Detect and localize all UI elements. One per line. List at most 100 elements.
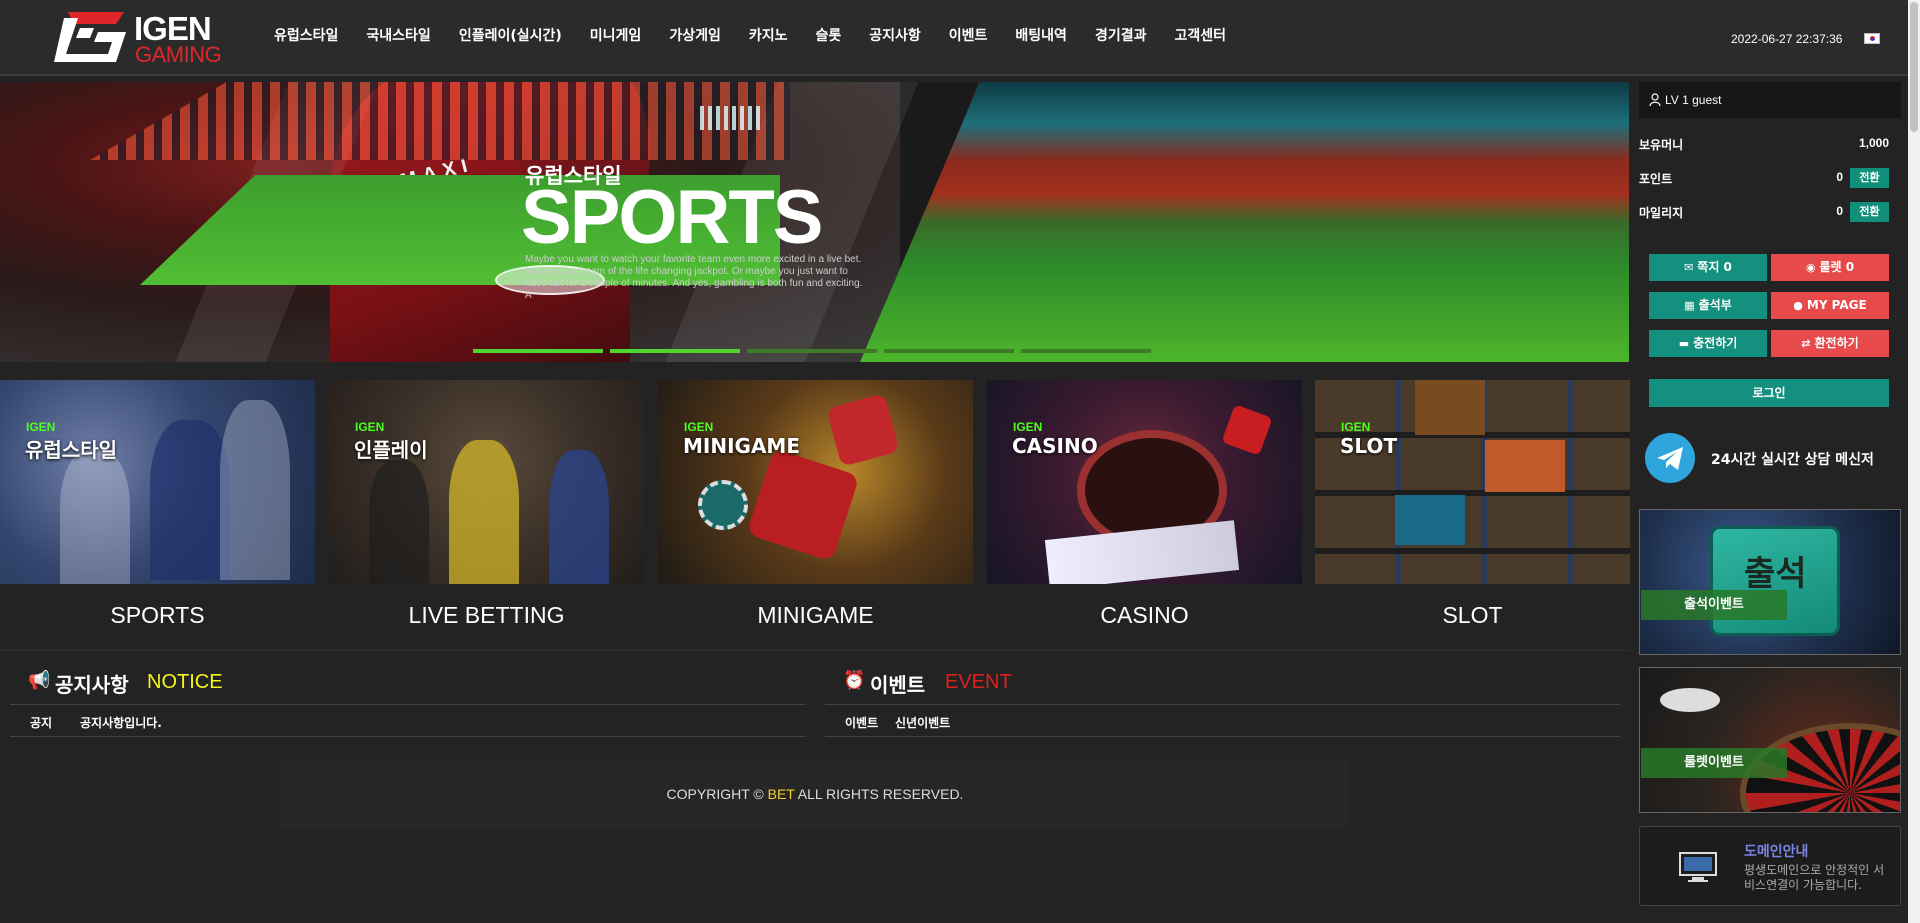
- mypage-button[interactable]: ● MY PAGE: [1771, 292, 1889, 319]
- exchange-icon: ⇄: [1801, 337, 1811, 350]
- envelope-icon: ✉: [1684, 261, 1694, 274]
- deposit-button[interactable]: ▬ 충전하기: [1649, 330, 1767, 357]
- card-slot[interactable]: IGEN SLOT SLOT: [1315, 380, 1630, 650]
- card-live-betting[interactable]: IGEN 인플레이 LIVE BETTING: [329, 380, 644, 650]
- nav-event[interactable]: 이벤트: [949, 25, 988, 45]
- banner-description: Maybe you want to watch your favorite te…: [525, 254, 863, 301]
- promo-attendance-overlay: 출석: [1744, 554, 1807, 594]
- copyright: COPYRIGHT © BET ALL RIGHTS RESERVED.: [280, 786, 1350, 802]
- promo-roulette[interactable]: 룰렛이벤트: [1639, 667, 1901, 813]
- nav-bet-history[interactable]: 배팅내역: [1015, 25, 1067, 45]
- promo-attendance[interactable]: 출석 출석이벤트: [1639, 509, 1901, 655]
- nav-minigame[interactable]: 미니게임: [590, 25, 642, 45]
- event-row-category: 이벤트: [845, 716, 879, 730]
- site-header: IGEN GAMING 유럽스타일 국내스타일 인플레이(실시간) 미니게임 가…: [0, 0, 1908, 76]
- nav-slot[interactable]: 슬롯: [815, 25, 841, 45]
- card-tag: IGEN: [1341, 420, 1371, 434]
- promo-label: 출석이벤트: [1641, 590, 1787, 620]
- event-title[interactable]: 이벤트: [870, 669, 925, 698]
- card-label: LIVE BETTING: [408, 602, 565, 628]
- card-tag: IGEN: [355, 420, 385, 434]
- banner-dot[interactable]: [747, 349, 877, 353]
- notice-row[interactable]: 공지 공지사항입니다.: [10, 705, 805, 737]
- person-icon: ●: [1793, 299, 1803, 312]
- attendance-label: 출석부: [1698, 298, 1732, 312]
- event-row[interactable]: 이벤트 신년이벤트: [825, 705, 1620, 737]
- banner-pagination: [473, 349, 1158, 353]
- nav-virtual[interactable]: 가상게임: [669, 25, 721, 45]
- stat-label: 포인트: [1639, 172, 1673, 186]
- stat-points: 포인트 0 전환: [1639, 168, 1889, 188]
- banner-dot[interactable]: [473, 349, 603, 353]
- calendar-icon: ▦: [1684, 299, 1695, 312]
- site-logo[interactable]: IGEN GAMING: [54, 8, 234, 67]
- card-label: MINIGAME: [757, 602, 874, 628]
- event-row-text[interactable]: 신년이벤트: [895, 714, 950, 731]
- main-nav: 유럽스타일 국내스타일 인플레이(실시간) 미니게임 가상게임 카지노 슬롯 공…: [274, 25, 1254, 45]
- nav-casino[interactable]: 카지노: [749, 25, 788, 45]
- card-minigame[interactable]: IGEN MINIGAME MINIGAME: [658, 380, 973, 650]
- card-sports-image: [0, 380, 315, 584]
- scrollbar-thumb[interactable]: [1910, 2, 1918, 132]
- banner-stadium-lights: [700, 106, 760, 130]
- telegram-support[interactable]: 24시간 실시간 상담 메신저: [1645, 433, 1895, 483]
- nav-results[interactable]: 경기결과: [1095, 25, 1147, 45]
- domain-info[interactable]: 도메인안내 평생도메인으로 안정적인 서비스연결이 가능합니다.: [1639, 826, 1901, 906]
- telegram-label: 24시간 실시간 상담 메신저: [1711, 452, 1874, 468]
- card-name: 인플레이: [354, 438, 428, 462]
- stat-value: 1,000: [1858, 136, 1889, 150]
- message-button[interactable]: ✉ 쪽지 0: [1649, 254, 1767, 281]
- alarm-clock-icon: ⏰: [843, 670, 866, 691]
- notice-header: 📢 공지사항 NOTICE: [10, 664, 805, 704]
- card-tag: IGEN: [1013, 420, 1043, 434]
- copyright-suffix: ALL RIGHTS RESERVED.: [794, 786, 964, 802]
- convert-points-button[interactable]: 전환: [1850, 168, 1889, 188]
- banner-dot[interactable]: [610, 349, 740, 353]
- stat-label: 마일리지: [1639, 206, 1684, 220]
- banner-dot[interactable]: [1021, 349, 1151, 353]
- deposit-label: 충전하기: [1693, 336, 1738, 350]
- notice-row-category: 공지: [30, 716, 53, 730]
- card-sports[interactable]: IGEN 유럽스타일 SPORTS: [0, 380, 315, 650]
- page-scrollbar[interactable]: [1908, 0, 1920, 923]
- korean-flag-icon[interactable]: [1864, 33, 1880, 44]
- promo-label: 룰렛이벤트: [1641, 748, 1787, 778]
- card-live-betting-image: [329, 380, 644, 584]
- megaphone-icon: 📢: [28, 670, 51, 691]
- roulette-button[interactable]: ◉ 룰렛 0: [1771, 254, 1889, 281]
- convert-mileage-button[interactable]: 전환: [1850, 202, 1889, 222]
- card-label: SPORTS: [110, 602, 205, 628]
- nav-notice[interactable]: 공지사항: [869, 25, 921, 45]
- banner-dot[interactable]: [884, 349, 1014, 353]
- hero-banner[interactable]: MAXI 17 유럽스타일 SPORTS Maybe you want to w…: [0, 82, 1629, 362]
- nav-inplay[interactable]: 인플레이(실시간): [459, 25, 562, 45]
- card-tag: IGEN: [684, 420, 714, 434]
- domain-title: 도메인안내: [1744, 844, 1809, 860]
- event-title-en: EVENT: [945, 671, 1012, 693]
- domain-description: 평생도메인으로 안정적인 서비스연결이 가능합니다.: [1744, 863, 1885, 892]
- logo-subtitle: GAMING: [135, 42, 222, 67]
- message-label: 쪽지 0: [1697, 260, 1732, 274]
- user-icon: [1649, 93, 1661, 106]
- notice-row-text[interactable]: 공지사항입니다.: [80, 714, 162, 731]
- notice-title[interactable]: 공지사항: [55, 669, 129, 698]
- login-button[interactable]: 로그인: [1649, 379, 1889, 407]
- attendance-button[interactable]: ▦ 출석부: [1649, 292, 1767, 319]
- stat-value: 0: [1836, 204, 1843, 218]
- withdraw-button[interactable]: ⇄ 환전하기: [1771, 330, 1889, 357]
- stat-label: 보유머니: [1639, 138, 1684, 152]
- copyright-prefix: COPYRIGHT ©: [666, 786, 768, 802]
- monitor-icon: [1679, 852, 1717, 882]
- banner-title: SPORTS: [521, 175, 823, 260]
- user-level: LV 1 guest: [1665, 93, 1722, 107]
- section-divider: [0, 650, 1629, 651]
- nav-support[interactable]: 고객센터: [1174, 25, 1226, 45]
- card-name: MINIGAME: [683, 434, 800, 458]
- card-casino[interactable]: IGEN CASINO CASINO: [987, 380, 1302, 650]
- nav-europe-style[interactable]: 유럽스타일: [274, 25, 338, 45]
- card-name: 유럽스타일: [25, 438, 117, 462]
- mypage-label: MY PAGE: [1806, 298, 1867, 312]
- stat-value: 0: [1836, 170, 1843, 184]
- nav-domestic-style[interactable]: 국내스타일: [366, 25, 430, 45]
- roulette-label: 룰렛 0: [1819, 260, 1855, 274]
